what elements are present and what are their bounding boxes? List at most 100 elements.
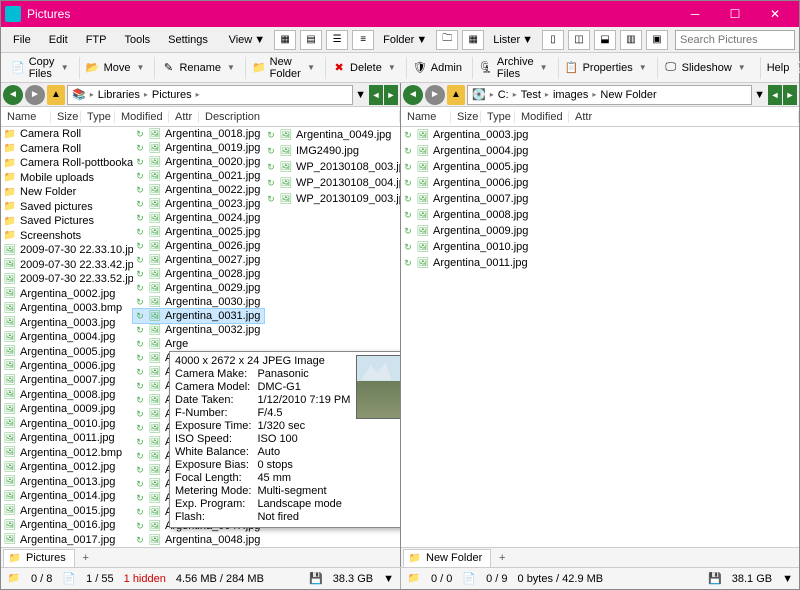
folder-item[interactable]: 📁New Folder [1, 185, 133, 199]
file-item[interactable]: ↻🖼Argentina_0029.jpg [133, 281, 264, 295]
file-item[interactable]: 🖼2009-07-30 22.33.52.jpg [1, 272, 133, 286]
file-item[interactable]: 🖼Argentina_0012.bmp [1, 446, 133, 460]
breadcrumb-history[interactable]: ▼ [355, 89, 366, 101]
file-item[interactable]: 🖼Argentina_0003.jpg [1, 315, 133, 329]
breadcrumb-segment[interactable]: Libraries [98, 89, 140, 101]
file-item[interactable]: ↻🖼Argentina_0008.jpg [401, 207, 601, 223]
file-item[interactable]: ↻🖼Argentina_0022.jpg [133, 183, 264, 197]
file-item[interactable]: 🖼Argentina_0016.jpg [1, 518, 133, 532]
file-item[interactable]: 🖼Argentina_0002.jpg [1, 286, 133, 300]
status-menu[interactable]: ▼ [383, 573, 394, 585]
file-item[interactable]: ↻🖼Argentina_0007.jpg [401, 191, 601, 207]
delete-button[interactable]: ✖Delete▼ [325, 57, 402, 79]
add-tab-button[interactable]: + [77, 549, 95, 567]
folder-item[interactable]: 📁Mobile uploads [1, 170, 133, 184]
file-item[interactable]: ↻🖼Argentina_0024.jpg [133, 211, 264, 225]
file-item[interactable]: ↻🖼Argentina_0005.jpg [401, 159, 601, 175]
file-item[interactable]: 🖼Argentina_0011.jpg [1, 431, 133, 445]
col-modified[interactable]: Modified [515, 111, 569, 123]
folder-item[interactable]: 📁Camera Roll-pottbookair [1, 156, 133, 170]
col-attr[interactable]: Attr [569, 111, 799, 123]
layout-single-icon[interactable]: ▯ [542, 30, 564, 50]
file-item[interactable]: ↻🖼Argentina_0010.jpg [401, 239, 601, 255]
back-button[interactable]: ◄ [3, 85, 23, 105]
breadcrumb-segment[interactable]: C: [498, 89, 509, 101]
close-button[interactable]: ✕ [755, 1, 795, 27]
file-item[interactable]: ↻🖼Argentina_0009.jpg [401, 223, 601, 239]
slideshow-button[interactable]: 🖵Slideshow▼ [657, 57, 752, 79]
layout-preview-icon[interactable]: ▣ [646, 30, 668, 50]
menu-tools[interactable]: Tools [116, 31, 158, 49]
breadcrumb-history[interactable]: ▼ [754, 89, 765, 101]
col-desc[interactable]: Description [199, 111, 400, 123]
file-item[interactable]: 🖼Argentina_0007.jpg [1, 373, 133, 387]
file-item[interactable]: 🖼Argentina_0013.jpg [1, 475, 133, 489]
folder-item[interactable]: 📁Saved pictures [1, 199, 133, 213]
maximize-button[interactable]: ☐ [715, 1, 755, 27]
file-item[interactable]: ↻🖼Argentina_0028.jpg [133, 267, 264, 281]
view-large-icons[interactable]: ▦ [274, 30, 296, 50]
file-item[interactable]: ↻🖼Argentina_0003.jpg [401, 127, 601, 143]
col-size[interactable]: Size [51, 111, 81, 123]
file-item[interactable]: ↻🖼Arge [133, 337, 264, 351]
properties-button[interactable]: 📋Properties▼ [558, 57, 653, 79]
menu-edit[interactable]: Edit [41, 31, 76, 49]
layout-dual-horiz-icon[interactable]: ⬓ [594, 30, 616, 50]
file-item[interactable]: ↻🖼Argentina_0004.jpg [401, 143, 601, 159]
breadcrumb-segment[interactable]: images [553, 89, 588, 101]
file-item[interactable]: 🖼Argentina_0003.bmp [1, 301, 133, 315]
folder-dropdown[interactable]: Folder▼ [377, 32, 433, 48]
admin-button[interactable]: 🛡Admin [406, 57, 468, 79]
file-item[interactable]: 🖼Argentina_0015.jpg [1, 504, 133, 518]
col-modified[interactable]: Modified [115, 111, 169, 123]
file-item[interactable]: ↻🖼WP_20130108_004.jpg [264, 175, 400, 191]
forward-button[interactable]: ► [25, 85, 45, 105]
up-button[interactable]: ▲ [47, 85, 65, 105]
file-item[interactable]: ↻🖼WP_20130108_003.jpg [264, 159, 400, 175]
file-item[interactable]: ↻🖼Argentina_0048.jpg [133, 533, 264, 547]
copy-files-button[interactable]: 📄Copy Files▼ [5, 57, 75, 79]
file-item[interactable]: ↻🖼Argentina_0031.jpg [133, 309, 264, 323]
folder-item[interactable]: 📁Camera Roll [1, 141, 133, 155]
folder-grid-icon[interactable]: ▦ [462, 30, 484, 50]
file-item[interactable]: 🖼Argentina_0014.jpg [1, 489, 133, 503]
folder-item[interactable]: 📁Camera Roll [1, 127, 133, 141]
add-tab-button[interactable]: + [493, 549, 511, 567]
up-button[interactable]: ▲ [447, 85, 465, 105]
minimize-button[interactable]: ─ [675, 1, 715, 27]
right-file-area[interactable]: ↻🖼Argentina_0003.jpg↻🖼Argentina_0004.jpg… [401, 127, 799, 547]
file-item[interactable]: ↻🖼Argentina_0027.jpg [133, 253, 264, 267]
lister-dropdown[interactable]: Lister▼ [487, 32, 539, 48]
col-name[interactable]: Name [401, 111, 451, 123]
col-type[interactable]: Type [81, 111, 115, 123]
folder-tree-icon[interactable]: 🗀 [436, 30, 458, 50]
file-item[interactable]: ↻🖼Argentina_0030.jpg [133, 295, 264, 309]
view-list[interactable]: ☰ [326, 30, 348, 50]
breadcrumb-segment[interactable]: New Folder [600, 89, 656, 101]
layout-commander-icon[interactable]: ▥ [620, 30, 642, 50]
layout-dual-vert-icon[interactable]: ◫ [568, 30, 590, 50]
col-name[interactable]: Name [1, 111, 51, 123]
archive-button[interactable]: 🗜Archive Files▼ [472, 57, 554, 79]
file-item[interactable]: 🖼Argentina_0006.jpg [1, 359, 133, 373]
file-item[interactable]: ↻🖼Argentina_0006.jpg [401, 175, 601, 191]
file-item[interactable]: ↻🖼Argentina_0011.jpg [401, 255, 601, 271]
help-button[interactable]: Help❔▼ [760, 57, 800, 79]
breadcrumb-segment[interactable]: Pictures [152, 89, 192, 101]
left-file-area[interactable]: 📁Camera Roll📁Camera Roll📁Camera Roll-pot… [1, 127, 400, 547]
file-item[interactable]: ↻🖼Argentina_0032.jpg [133, 323, 264, 337]
swap-left-icon[interactable]: ◄ [369, 85, 383, 105]
right-tab[interactable]: 📁New Folder [403, 549, 491, 567]
right-breadcrumb[interactable]: 💽▸ C:▸ Test▸ images▸ New Folder [467, 85, 752, 105]
file-item[interactable]: 🖼Argentina_0017.jpg [1, 533, 133, 547]
move-button[interactable]: 📂Move▼ [79, 57, 151, 79]
view-small-icons[interactable]: ▤ [300, 30, 322, 50]
swap-left-icon[interactable]: ◄ [768, 85, 782, 105]
view-dropdown[interactable]: View▼ [223, 32, 272, 48]
menu-settings[interactable]: Settings [160, 31, 216, 49]
file-item[interactable]: 🖼Argentina_0008.jpg [1, 388, 133, 402]
menu-file[interactable]: File [5, 31, 39, 49]
col-size[interactable]: Size [451, 111, 481, 123]
forward-button[interactable]: ► [425, 85, 445, 105]
file-item[interactable]: 🖼2009-07-30 22.33.42.jpg [1, 257, 133, 271]
